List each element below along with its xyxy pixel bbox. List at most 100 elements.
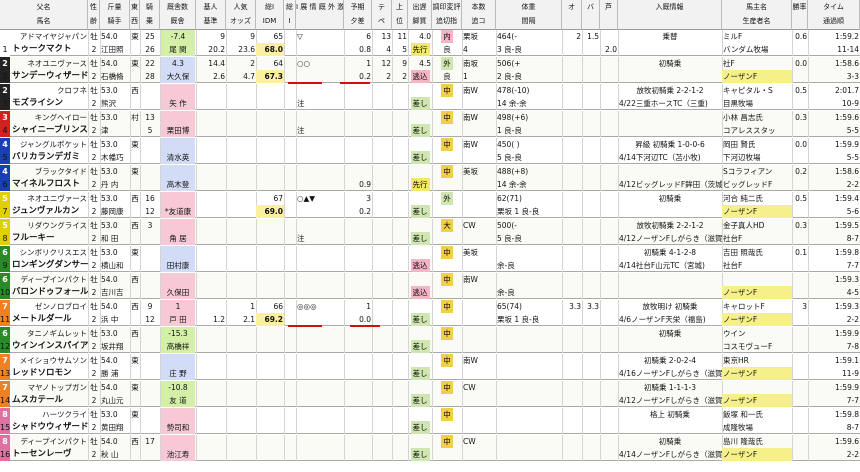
header-wt[interactable]: 斤量 騎手	[100, 0, 130, 30]
sire-name: キングヘイロー	[34, 113, 87, 122]
pred-rank	[344, 381, 372, 394]
sex: 牡	[90, 221, 98, 230]
win-rate: 0.3	[795, 221, 807, 230]
header-start[interactable]: 出遅 脚質	[408, 0, 432, 30]
table-row[interactable]: 6 12 タニノギムレット ウインインスパイア牡 2 53.0 坂井翔西 -15.3 高橋祥 差し…	[0, 327, 860, 353]
header-body[interactable]: 体重 間隔	[496, 0, 562, 30]
idm-total	[256, 84, 284, 97]
te	[372, 354, 392, 367]
header-entry[interactable]: 入厩情報	[618, 0, 722, 30]
te	[372, 408, 392, 421]
header-idm[interactable]: 総I IDM	[256, 0, 284, 30]
table-row[interactable]: 2 3 クロフネ モズライシン牡 2 53.0 熊沢西矢 作注差し中南W 478(-10) 14…	[0, 84, 860, 110]
table-row[interactable]: 1 1 アドマイヤジャパン トゥークマクト牡 2 54.0 江田照東 25 26 -7.4 尾 関9…	[0, 30, 860, 56]
header-sire[interactable]: 父名 馬名	[0, 0, 88, 30]
east-west: 西	[131, 86, 139, 95]
table-row[interactable]: 7 14 マヤノトップガン ムスカテール牡 2 54.0 丸山元東 -10.8 友 道差し中 CW…	[0, 381, 860, 407]
win-rate: 0.5	[795, 194, 807, 203]
horse-name[interactable]: ロンギングダンサー	[11, 259, 88, 272]
run-style-chip: 差し	[410, 313, 430, 326]
interval: 14 余-余	[497, 99, 527, 108]
horse-number: 1	[2, 45, 8, 54]
horse-name[interactable]: モズライシン	[11, 97, 88, 110]
pos	[392, 313, 408, 326]
header-pop[interactable]: 人気 オッズ	[226, 0, 256, 30]
header-src[interactable]: 厩舎数 厩舎	[160, 0, 196, 30]
base-pop: 9	[220, 32, 225, 41]
entry-info-2	[618, 286, 722, 299]
run-style: 逃込	[408, 286, 432, 299]
horse-name[interactable]: ムスカテール	[11, 394, 88, 407]
horse-name[interactable]: シャドウウィザード	[11, 421, 88, 434]
header-deg[interactable]: 上位	[392, 0, 408, 30]
entry-info: 初騎乗 2-0-2-4	[643, 356, 697, 365]
pe	[372, 124, 392, 137]
horse-name[interactable]: マイネルフロスト	[11, 178, 88, 191]
horse-name[interactable]: ウインインスパイア	[11, 340, 88, 353]
run-style-chip: 差し	[410, 97, 430, 110]
pred-rank: 6	[366, 32, 371, 41]
odds	[226, 286, 256, 299]
table-row[interactable]: 8 15 ハーツクライ シャドウウィザード牡 2 53.0 黄田翔東勢司和 差し中格上 初騎乗…	[0, 408, 860, 434]
run-style-chip: 差し	[410, 205, 430, 218]
odds	[226, 151, 256, 164]
table-row[interactable]: 7 11 ゼンノロブロイ メートルダール牡 2 54.0 浜 中西 9 12 1 戸 田 1.2 1 2.…	[0, 300, 860, 326]
passing-order: 10-9	[841, 99, 859, 108]
table-row[interactable]: 5 7 ネオユニヴァース ジュンヴァルカン牡 2 53.0 藤岡康西 16 12 *友道康 67 69…	[0, 192, 860, 218]
table-row[interactable]: 4 5 ジャングルポケット バリカランデガミ牡 2 53.0 木幡巧東清水英 差し中南W 450…	[0, 138, 860, 164]
body-weight: 65(74)	[497, 302, 522, 311]
entry-info: 初騎乗 4-1-2-8	[643, 248, 697, 257]
workout-course	[462, 327, 496, 340]
table-row[interactable]: 6 9 シンボリクリスエス ロンギングダンサー牡 2 53.0 横山和東田村康 逃込中美坂 余-…	[0, 246, 860, 272]
header-marks[interactable]: I 展 情 厩 外 激	[296, 0, 344, 30]
base-value	[196, 259, 226, 272]
workout-count: 4	[463, 45, 468, 54]
horse-name[interactable]: レッドソロモン	[11, 367, 88, 380]
table-row[interactable]: 5 8 リダウングライス フルーキー牡 2 53.0 和 田西3角 居注差し大 CW 500(-…	[0, 219, 860, 245]
header-o[interactable]: オ	[562, 0, 582, 30]
table-row[interactable]: 6 10 ディープインパクト バロンドゥフォール牡 2 54.0 吉川吉西久保田 逃込中南W 余…	[0, 273, 860, 299]
horse-name[interactable]: シャイニーブリンス	[11, 124, 88, 137]
table-row[interactable]: 3 4 キングヘイロー シャイニーブリンス牡 2 53.0 津村 13 5 栗田博注差し中南W 49…	[0, 111, 860, 137]
track-cond: 良	[443, 45, 451, 54]
horse-name[interactable]: メートルダール	[11, 313, 88, 326]
horse-name[interactable]: フルーキー	[11, 232, 88, 245]
sex: 牡	[90, 275, 98, 284]
table-row[interactable]: 4 6 ブラックタイド マイネルフロスト牡 2 53.0 丹 内東高木登 0.9 先行中美坂 48…	[0, 165, 860, 191]
workout-count	[462, 178, 496, 191]
ride-count-2: 28	[145, 72, 155, 81]
ride-count: 16	[145, 194, 155, 203]
header-win[interactable]: 勝率	[792, 0, 808, 30]
header-age[interactable]: 騎乗	[140, 0, 160, 30]
passing-order: 2-2	[846, 450, 859, 459]
header-pred[interactable]: 予期 夕差	[344, 0, 372, 30]
header-sex[interactable]: 性齢	[88, 0, 100, 30]
header-exp[interactable]: 調印変評 追切指	[432, 0, 462, 30]
header-res[interactable]: 総I	[284, 0, 296, 30]
header-time[interactable]: タイム 通過順	[808, 0, 860, 30]
pos	[392, 97, 408, 110]
base-value	[196, 394, 226, 407]
horse-name[interactable]: トゥークマクト	[11, 43, 88, 56]
horse-name[interactable]: トーセンレーヴ	[11, 448, 88, 461]
table-row[interactable]: 7 13 メイショウサムソン レッドソロモン牡 2 54.0 勝 浦東庄 野差し中南W 初騎乗…	[0, 354, 860, 380]
header-cnt[interactable]: 本数 追コ	[462, 0, 496, 30]
header-gai[interactable]: 芦	[600, 0, 618, 30]
horse-name[interactable]: バリカランデガミ	[11, 151, 88, 164]
header-owner[interactable]: 馬主名 生産者名	[722, 0, 792, 30]
header-base[interactable]: 基人 基準	[196, 0, 226, 30]
table-row[interactable]: 2 2 ネオユニヴァース サンデーウィザード牡 2 54.0 石橋脩東 22 28 4.3 大久保 1…	[0, 57, 860, 83]
win-rate	[792, 327, 808, 340]
header-te[interactable]: テペ	[372, 0, 392, 30]
pe	[372, 421, 392, 434]
horse-name[interactable]: サンデーウィザード	[11, 70, 88, 83]
idm-total	[256, 165, 284, 178]
horse-name[interactable]: ジュンヴァルカン	[11, 205, 88, 218]
entry-info-2: 4/12ノーザンFしがらき（滋賀)	[619, 234, 722, 243]
table-row[interactable]: 8 16 ディープインパクト トーセンレーヴ牡 2 54.0 秋 山西 17 池江寿 差し中 CW 初…	[0, 435, 860, 461]
header-east[interactable]: 東西	[130, 0, 140, 30]
header-ba[interactable]: バ	[582, 0, 600, 30]
horse-name[interactable]: バロンドゥフォール	[11, 286, 88, 299]
start-late	[408, 219, 432, 232]
workout-course	[462, 300, 496, 313]
